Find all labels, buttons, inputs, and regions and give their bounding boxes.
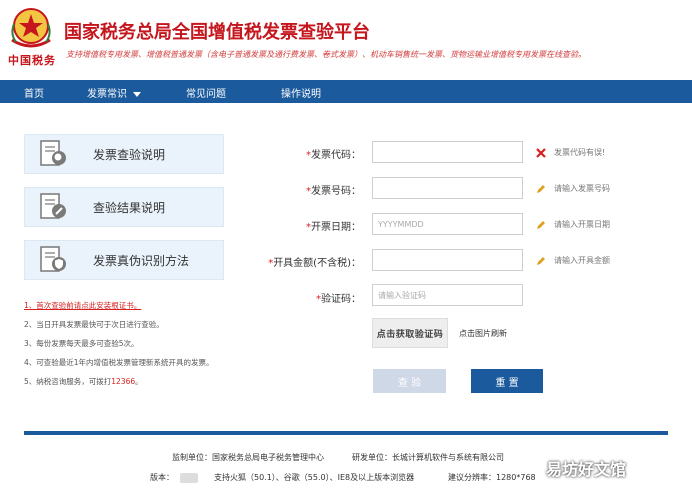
- reset-button[interactable]: 重 置: [471, 369, 543, 393]
- phone-number: 12366: [111, 377, 136, 386]
- notes-list: 1、首次查验前请点此安装根证书。 2、当日开具发票最快可于次日进行查验。 3、每…: [24, 300, 214, 395]
- footer-divider: [24, 431, 668, 435]
- version-number-blurred: [180, 473, 198, 483]
- invoice-number-input[interactable]: [372, 177, 523, 199]
- invoice-amount-label: *开具金额(不含税)：: [268, 254, 361, 269]
- note-install-cert-link[interactable]: 1、首次查验前请点此安装根证书。: [24, 300, 214, 319]
- status-text: 发票代码有误!: [554, 148, 606, 157]
- captcha-image-button[interactable]: 点击获取验证码: [372, 318, 448, 348]
- label-text: 发票代码：: [311, 150, 361, 161]
- captcha-refresh-hint: 点击图片刷新: [459, 329, 507, 338]
- chevron-down-icon: [133, 91, 141, 97]
- invoice-code-status: 发票代码有误!: [536, 147, 605, 158]
- note-item: 5、纳税咨询服务，可拨打12366。: [24, 376, 214, 395]
- note-item: 2、当日开具发票最快可于次日进行查验。: [24, 320, 164, 329]
- footer-supervisor: 监制单位：国家税务总局电子税务管理中心: [172, 453, 324, 462]
- label-text: 验证码：: [321, 294, 361, 305]
- document-edit-icon: [40, 193, 66, 219]
- captcha-input[interactable]: [372, 284, 523, 306]
- note-item: 4、可查验最近1年内增值税发票管理新系统开具的发票。: [24, 358, 214, 367]
- label-text: 开票日期：: [311, 222, 361, 233]
- invoice-date-label: *开票日期：: [306, 218, 361, 233]
- logo-text: 中国税务: [8, 54, 56, 67]
- pencil-icon: [537, 220, 545, 229]
- invoice-number-label: *发票号码：: [306, 182, 361, 197]
- tax-emblem-icon: [11, 8, 51, 48]
- status-text: 请输入开具金额: [554, 256, 610, 265]
- footer-resolution: 建议分辨率：1280*768: [448, 473, 536, 482]
- label-text: 发票号码：: [311, 186, 361, 197]
- footer-browser-support: 支持火狐（50.1）、谷歌（55.0）、IE8及以上版本浏览器: [214, 473, 415, 482]
- nav-item-instructions[interactable]: 操作说明: [281, 85, 321, 100]
- footer-version-label: 版本：: [150, 473, 174, 482]
- footer-developer: 研发单位：长城计算机软件与系统有限公司: [352, 453, 504, 462]
- invoice-date-status: 请输入开票日期: [536, 219, 610, 230]
- captcha-label: *验证码：: [316, 290, 361, 305]
- status-text: 请输入开票日期: [554, 220, 610, 229]
- invoice-code-input[interactable]: [372, 141, 523, 163]
- status-text: 请输入发票号码: [554, 184, 610, 193]
- header: 中国税务 国家税务总局全国增值税发票查验平台 支持增值税专用发票、增值税普通发票…: [0, 0, 692, 78]
- note-item: 3、每份发票每天最多可查验5次。: [24, 339, 139, 348]
- error-x-icon: [536, 147, 546, 158]
- document-search-icon: [40, 140, 66, 166]
- pencil-icon: [537, 256, 545, 265]
- invoice-code-label: *发票代码：: [306, 146, 361, 161]
- nav-item-invoice-knowledge[interactable]: 发票常识: [87, 85, 141, 100]
- page-subtitle: 支持增值税专用发票、增值税普通发票（含电子普通发票及通行费发票、卷式发票）、机动…: [66, 50, 586, 59]
- sidebar-card-check-guide[interactable]: 发票查验说明: [24, 134, 224, 174]
- main-nav: 首页 发票常识 常见问题 操作说明: [0, 80, 692, 103]
- document-shield-icon: [40, 246, 66, 272]
- sidebar-card-authenticity[interactable]: 发票真伪识别方法: [24, 240, 224, 280]
- sidebar-card-label: 查验结果说明: [93, 200, 166, 215]
- invoice-number-status: 请输入发票号码: [536, 183, 610, 194]
- nav-item-home[interactable]: 首页: [24, 85, 44, 100]
- invoice-amount-input[interactable]: [372, 249, 523, 271]
- note-text: 。: [135, 377, 143, 386]
- invoice-date-input[interactable]: [372, 213, 523, 235]
- nav-item-faq[interactable]: 常见问题: [186, 85, 226, 100]
- note-text: 5、纳税咨询服务，可拨打: [24, 377, 112, 386]
- nav-item-label: 发票常识: [87, 89, 127, 100]
- sidebar-card-label: 发票查验说明: [93, 147, 166, 162]
- watermark-text: 易坊好文馆: [546, 460, 627, 479]
- invoice-amount-status: 请输入开具金额: [536, 255, 610, 266]
- pencil-icon: [537, 184, 545, 193]
- check-button[interactable]: 查 验: [373, 369, 446, 393]
- label-text: 开具金额(不含税)：: [273, 258, 361, 269]
- sidebar-card-label: 发票真伪识别方法: [93, 253, 190, 268]
- page-title: 国家税务总局全国增值税发票查验平台: [64, 22, 370, 43]
- sidebar-card-result-guide[interactable]: 查验结果说明: [24, 187, 224, 227]
